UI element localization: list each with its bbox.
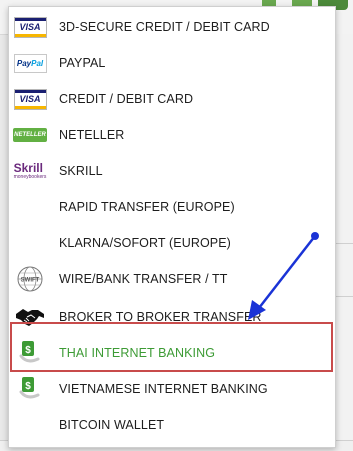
neteller-icon: NETELLER	[13, 128, 47, 142]
payment-option-3d-secure-card[interactable]: VISA 3D-SECURE CREDIT / DEBIT CARD	[9, 9, 335, 45]
visa-card-icon: VISA	[13, 16, 47, 38]
payment-option-label: BITCOIN WALLET	[59, 418, 165, 432]
payment-option-paypal[interactable]: Pay Pal PAYPAL	[9, 45, 335, 81]
money-hand-icon: $	[19, 377, 40, 399]
visa-card-icon: VISA	[13, 88, 47, 110]
background-panel	[334, 34, 353, 450]
payment-option-rapid-transfer[interactable]: RAPID TRANSFER (EUROPE)	[9, 189, 335, 225]
skrill-logo-text: Skrill	[13, 161, 43, 175]
divider	[334, 243, 353, 244]
visa-logo-text: VISA	[19, 21, 41, 32]
payment-option-label: 3D-SECURE CREDIT / DEBIT CARD	[59, 20, 270, 34]
payment-option-label: VIETNAMESE INTERNET BANKING	[59, 382, 268, 396]
visa-logo-text: VISA	[19, 93, 41, 104]
payment-option-label: NETELLER	[59, 128, 125, 142]
swift-logo-text: SWIFT	[21, 278, 40, 284]
paypal-icon: Pay Pal	[13, 53, 47, 73]
highlight-annotation-box	[10, 322, 333, 372]
payment-option-credit-debit-card[interactable]: VISA CREDIT / DEBIT CARD	[9, 81, 335, 117]
payment-option-bitcoin-wallet[interactable]: BITCOIN WALLET	[9, 407, 335, 443]
payment-option-label: CREDIT / DEBIT CARD	[59, 92, 194, 106]
svg-text:$: $	[25, 381, 31, 392]
payment-option-label: RAPID TRANSFER (EUROPE)	[59, 200, 235, 214]
payment-option-skrill[interactable]: Skrill moneybookers SKRILL	[9, 153, 335, 189]
payment-option-neteller[interactable]: NETELLER NETELLER	[9, 117, 335, 153]
payment-option-label: PAYPAL	[59, 56, 106, 70]
payment-option-vietnamese-internet-banking[interactable]: $ VIETNAMESE INTERNET BANKING	[9, 371, 335, 407]
skrill-logo-subtext: moneybookers	[13, 174, 47, 180]
payment-option-label: WIRE/BANK TRANSFER / TT	[59, 272, 228, 286]
skrill-icon: Skrill moneybookers	[14, 162, 47, 180]
payment-option-klarna-sofort[interactable]: KLARNA/SOFORT (EUROPE)	[9, 225, 335, 261]
payment-option-label: KLARNA/SOFORT (EUROPE)	[59, 236, 231, 250]
payment-option-wire-transfer[interactable]: SWIFT WIRE/BANK TRANSFER / TT	[9, 261, 335, 297]
payment-option-label: SKRILL	[59, 164, 103, 178]
payment-method-dropdown[interactable]: VISA 3D-SECURE CREDIT / DEBIT CARD Pay Pa…	[8, 6, 336, 448]
divider	[334, 296, 353, 297]
swift-icon: SWIFT	[17, 266, 43, 292]
